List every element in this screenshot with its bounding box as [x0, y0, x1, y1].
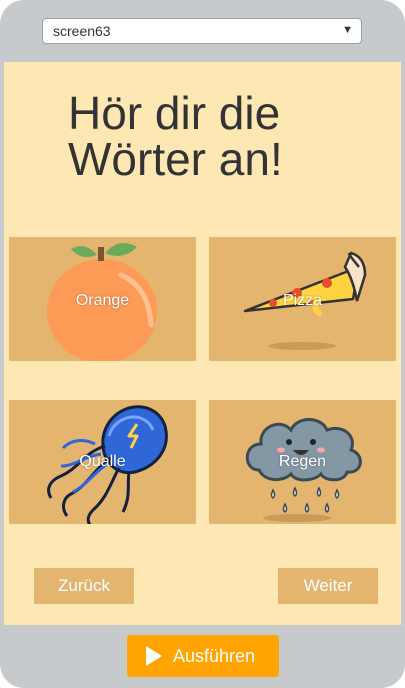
bottom-bar: Ausführen — [0, 625, 405, 688]
app-screen: Hör dir die Wörter an! Orange Pizza Qual… — [4, 62, 401, 625]
screen-select[interactable]: screen63 ▼ — [42, 18, 362, 44]
next-button[interactable]: Weiter — [278, 568, 378, 604]
tile-rain[interactable]: Regen — [209, 400, 396, 524]
run-button-label: Ausführen — [173, 646, 256, 666]
tile-label: Orange — [75, 292, 130, 309]
tile-label: Qualle — [79, 453, 126, 470]
page-title: Hör dir die Wörter an! — [68, 87, 283, 185]
play-icon — [146, 646, 162, 666]
tile-pizza[interactable]: Pizza — [209, 237, 396, 361]
top-bar: screen63 ▼ — [0, 0, 405, 62]
tile-label: Regen — [278, 453, 327, 470]
dropdown-arrow-icon: ▼ — [342, 24, 353, 36]
tile-label: Pizza — [282, 292, 323, 309]
tile-jellyfish[interactable]: Qualle — [9, 400, 196, 524]
tile-orange[interactable]: Orange — [9, 237, 196, 361]
screen-select-value: screen63 — [53, 23, 111, 39]
app-frame: screen63 ▼ Hör dir die Wörter an! Orange — [0, 0, 405, 688]
back-button[interactable]: Zurück — [34, 568, 134, 604]
run-button[interactable]: Ausführen — [127, 635, 279, 677]
